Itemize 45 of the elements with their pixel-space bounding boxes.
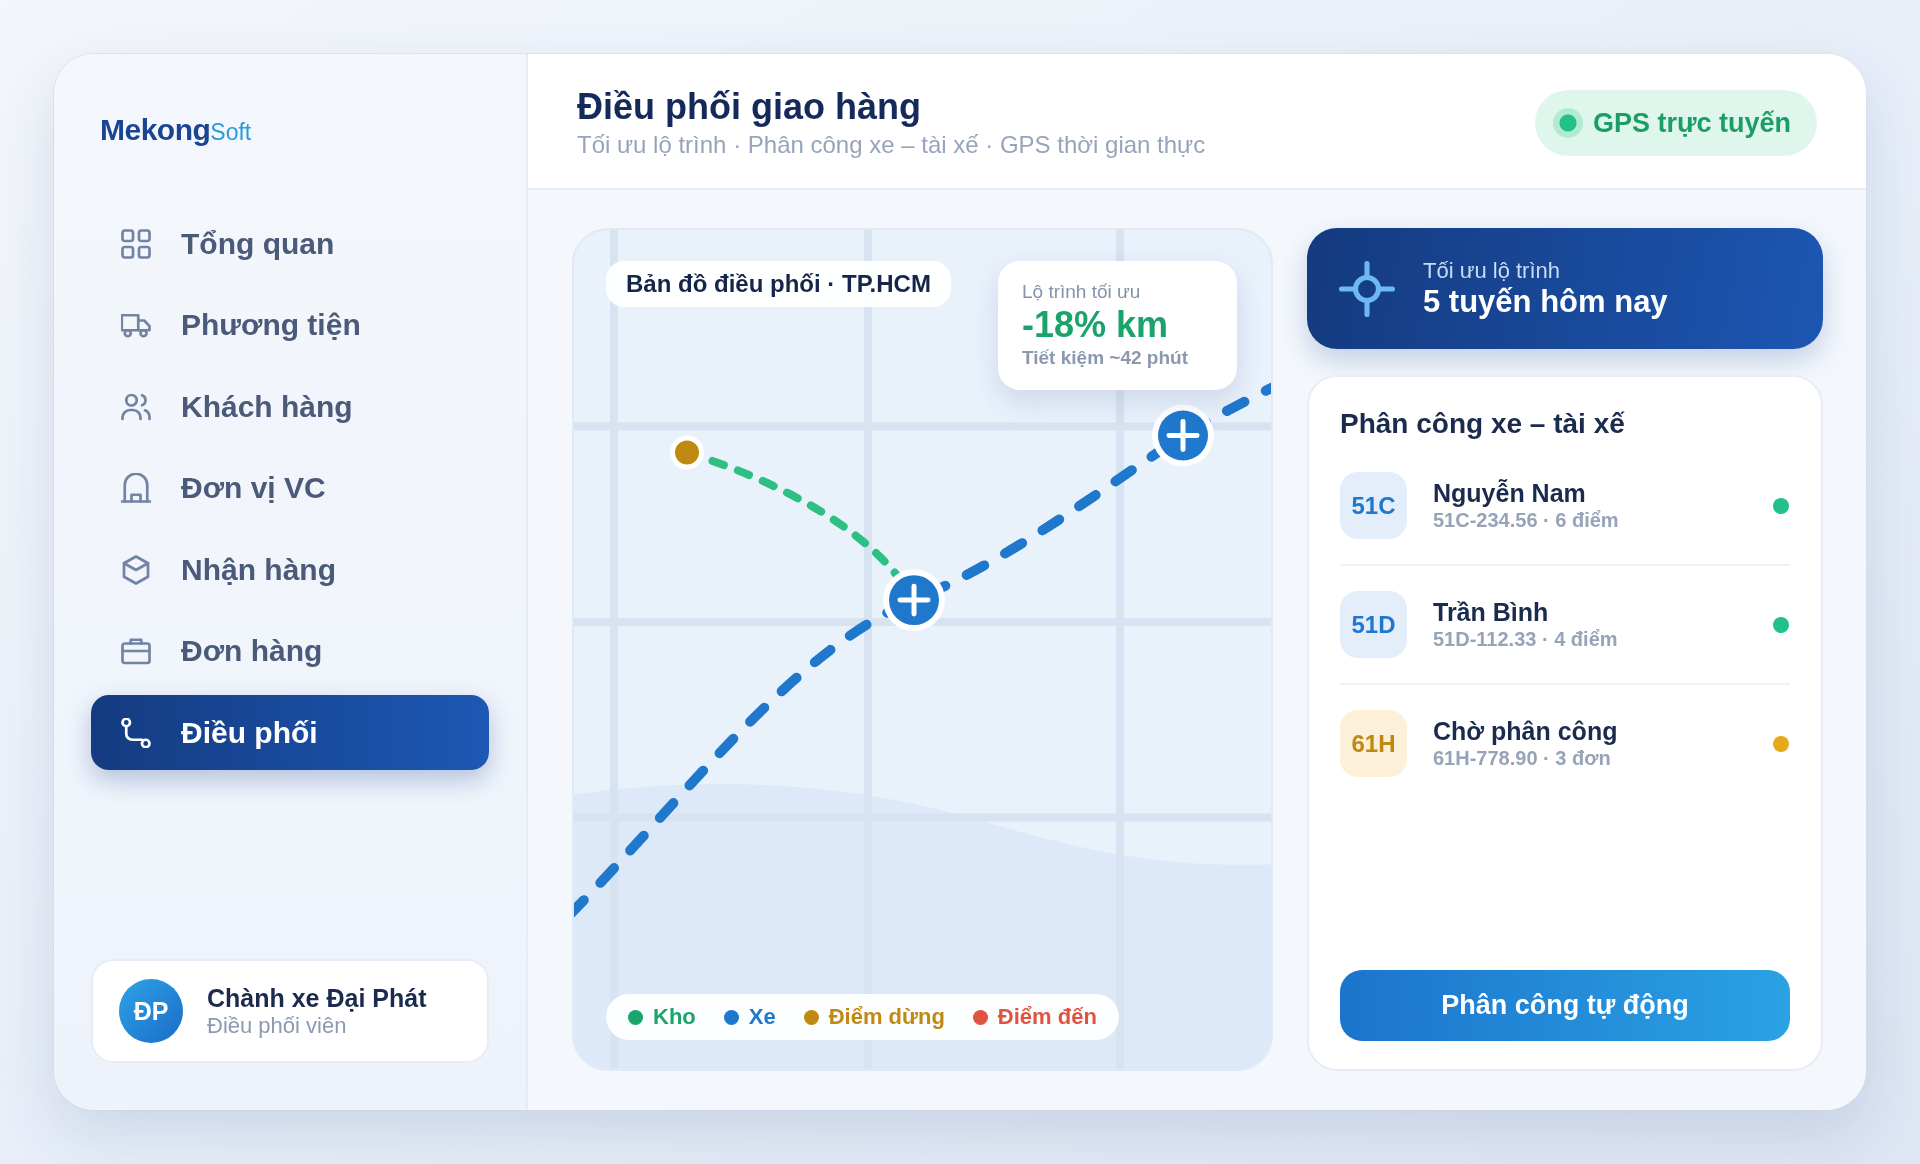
gps-status-label: GPS trực tuyến bbox=[1592, 107, 1791, 139]
plus-marker-icon bbox=[1152, 404, 1214, 467]
page-title: Điều phối giao hàng bbox=[577, 86, 922, 128]
legend-label: Xe bbox=[748, 1004, 776, 1030]
nav-item[interactable]: Đơn vị VC bbox=[91, 450, 489, 526]
brand-logo: MekongSoft bbox=[100, 112, 252, 148]
stat-value: -18% km bbox=[1022, 304, 1170, 346]
stop-marker-icon bbox=[670, 435, 704, 470]
user-role: Điều phối viên bbox=[207, 1013, 348, 1039]
vehicle-detail: 61H-778.90 · 3 đơn bbox=[1433, 746, 1612, 770]
crosshair-icon bbox=[1339, 260, 1395, 317]
driver-name: Chờ phân công bbox=[1433, 717, 1619, 746]
legend-label: Điểm dừng bbox=[828, 1004, 945, 1030]
building-icon bbox=[121, 473, 151, 503]
stat-label: Lộ trình tối ưu bbox=[1022, 280, 1142, 304]
user-name: Chành xe Đại Phát bbox=[207, 983, 427, 1013]
nav-item[interactable]: Tổng quan bbox=[91, 206, 489, 281]
grid-icon bbox=[121, 228, 151, 259]
auto-assign-button[interactable]: Phân công tự động bbox=[1340, 970, 1790, 1041]
nav-item[interactable]: Đơn hàng bbox=[91, 613, 489, 689]
vehicle-detail: 51C-234.56 · 6 điểm bbox=[1433, 508, 1620, 532]
map-title: Bản đồ điều phối · TP.HCM bbox=[606, 261, 951, 307]
summary-value: 5 tuyến hôm nay bbox=[1423, 283, 1668, 320]
legend-label: Điểm đến bbox=[997, 1004, 1097, 1030]
vehicle-badge: 51C bbox=[1340, 472, 1407, 539]
panel-title: Phân công xe – tài xế bbox=[1340, 407, 1626, 441]
route-icon bbox=[121, 717, 151, 748]
user-avatar: ĐP bbox=[119, 979, 183, 1043]
vehicle-badge: 51D bbox=[1340, 591, 1407, 658]
plus-marker-icon bbox=[883, 569, 945, 632]
driver-name: Nguyễn Nam bbox=[1433, 479, 1587, 508]
driver-name: Trần Bình bbox=[1433, 598, 1550, 627]
nav-item[interactable]: Điều phối bbox=[91, 695, 489, 770]
legend-label: Kho bbox=[653, 1004, 696, 1030]
vehicle-detail: 51D-112.33 · 4 điểm bbox=[1433, 627, 1619, 651]
vehicle-badge: 61H bbox=[1340, 710, 1407, 777]
briefcase-icon bbox=[121, 636, 151, 666]
nav-item[interactable]: Khách hàng bbox=[91, 369, 489, 444]
page-subtitle: Tối ưu lộ trình · Phân công xe – tài xế · GPS thời gian thực bbox=[577, 130, 1206, 160]
users-icon bbox=[121, 391, 151, 422]
box-icon bbox=[121, 554, 151, 585]
summary-label: Tối ưu lộ trình bbox=[1423, 257, 1561, 284]
nav-item[interactable]: Nhận hàng bbox=[91, 532, 489, 607]
nav-item[interactable]: Phương tiện bbox=[91, 287, 489, 363]
stat-note: Tiết kiệm ~42 phút bbox=[1022, 346, 1189, 370]
